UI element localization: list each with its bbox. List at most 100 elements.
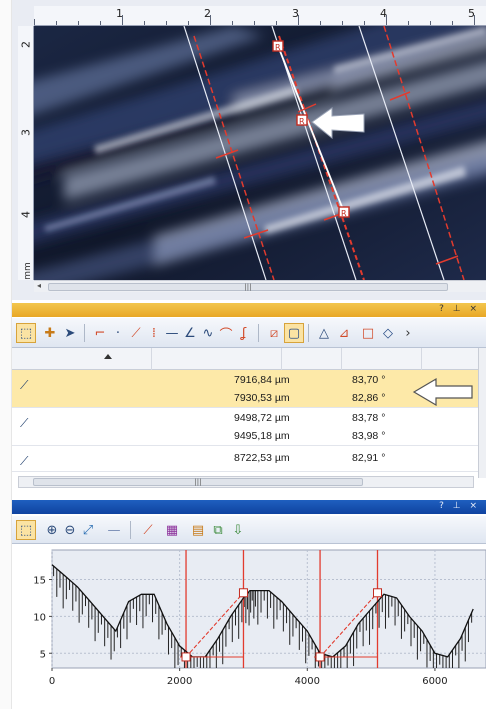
frame-tool-button[interactable]: ▢ xyxy=(284,323,304,343)
sort-ascending-icon[interactable] xyxy=(104,354,112,359)
handle-square[interactable]: R xyxy=(296,114,308,126)
rectangle-icon: □ xyxy=(361,325,375,341)
polyline-icon: ∿ xyxy=(202,325,214,341)
zoom-in-icon: ⊕ xyxy=(46,522,58,538)
line-measure-icon: ⟋ xyxy=(20,416,29,430)
table-vertical-scrollbar[interactable] xyxy=(478,348,486,478)
panel-window-controls[interactable]: ? ⊥ × xyxy=(439,501,480,511)
horizontal-line-icon: — xyxy=(107,522,121,538)
horizontal-line-button[interactable]: — xyxy=(104,520,124,540)
image-horizontal-scrollbar[interactable]: ◂ ||| xyxy=(34,280,486,292)
edit-icon: ⧄ xyxy=(269,325,279,341)
x-tick-label: 6000 xyxy=(422,676,447,687)
column-header[interactable] xyxy=(152,348,282,370)
pin-icon: ✚ xyxy=(44,325,56,341)
scroll-thumb[interactable]: ||| xyxy=(48,283,448,291)
length-cell: 8722,53 µm xyxy=(234,452,290,464)
application-window: 1 2 3 4 5 2 3 4 mm R R R ◂ ||| ? ⊥ × ⬚ ✚… xyxy=(0,0,486,709)
ruler-x-label: 4 xyxy=(380,7,387,20)
handle-square[interactable]: R xyxy=(338,206,350,218)
table-row[interactable]: ⟋ 8722,53 µm 82,91 ° xyxy=(12,446,478,472)
scroll-thumb[interactable]: ||| xyxy=(33,478,363,486)
frame-icon: ▢ xyxy=(287,325,301,341)
export-button[interactable]: ⇩ xyxy=(228,520,248,540)
dot-icon: · xyxy=(115,325,121,341)
length-cell: 9495,18 µm xyxy=(234,430,290,442)
ruler-x-label: 5 xyxy=(468,7,475,20)
select-cursor-icon: ⬚ xyxy=(19,325,33,341)
angle-measure-button[interactable]: ∠ xyxy=(180,323,200,343)
rectangle-tool-button[interactable]: □ xyxy=(358,323,378,343)
ruler-y-label: 2 xyxy=(19,41,33,48)
column-header[interactable] xyxy=(342,348,422,370)
handle-square xyxy=(373,588,382,598)
angle-arrow-icon: ∠ xyxy=(184,325,196,341)
y-tick-label: 5 xyxy=(40,649,46,660)
handle-square[interactable]: R xyxy=(272,40,284,52)
zoom-out-icon: ⊖ xyxy=(64,522,76,538)
vertical-line-icon: ⁞ xyxy=(151,325,157,341)
table-row[interactable]: ⟋ 9498,72 µm 83,78 ° 9495,18 µm 83,98 ° xyxy=(12,408,478,446)
select-tool-button[interactable]: ⬚ xyxy=(16,520,36,540)
point-tool-button[interactable]: · xyxy=(108,323,128,343)
properties-icon: ▤ xyxy=(191,522,205,538)
table-horizontal-scrollbar[interactable]: ||| xyxy=(18,476,474,488)
diamond-tool-button[interactable]: ◇ xyxy=(378,323,398,343)
microscope-image[interactable]: R R R xyxy=(34,26,486,280)
column-header[interactable] xyxy=(12,348,152,370)
cursor-icon: ➤ xyxy=(64,325,76,341)
copy-button[interactable]: ⧉ xyxy=(208,520,228,540)
length-cell: 7930,53 µm xyxy=(234,392,290,404)
angle-tool-button[interactable]: ⌐ xyxy=(90,323,110,343)
curve-tool-button[interactable]: ʆ xyxy=(234,323,254,343)
horizontal-line-icon: — xyxy=(165,325,179,341)
y-tick-label: 15 xyxy=(33,576,46,587)
line-tool-button[interactable]: ⟋ xyxy=(138,520,158,540)
zoom-out-button[interactable]: ⊖ xyxy=(60,520,80,540)
ruler-x-label: 3 xyxy=(292,7,299,20)
polyline-tool-button[interactable]: ∿ xyxy=(198,323,218,343)
ruler-unit: mm xyxy=(22,262,33,280)
angle-cell: 83,70 ° xyxy=(352,374,386,386)
length-cell: 7916,84 µm xyxy=(234,374,290,386)
zoom-in-button[interactable]: ⊕ xyxy=(42,520,62,540)
triangle-tool-button[interactable]: △ xyxy=(314,323,334,343)
fit-view-button[interactable]: ⤢ xyxy=(78,520,98,540)
microscope-image-canvas: R R R xyxy=(34,26,486,280)
svg-text:R: R xyxy=(275,43,281,52)
line-measure-icon: ⟋ xyxy=(20,378,29,392)
line-measure-icon: ⟋ xyxy=(20,454,29,468)
handle-square xyxy=(315,652,325,662)
vertical-ruler: 2 3 4 mm xyxy=(18,26,34,280)
measure-cursor-button[interactable]: ➤ xyxy=(60,323,80,343)
properties-button[interactable]: ▤ xyxy=(188,520,208,540)
image-viewer-panel: 1 2 3 4 5 2 3 4 mm R R R ◂ ||| xyxy=(12,0,486,300)
handle-square xyxy=(238,588,248,598)
table-header xyxy=(12,348,482,370)
pointer-arrow-icon xyxy=(412,377,473,406)
triangle-alt-tool-button[interactable]: ⊿ xyxy=(334,323,354,343)
horizontal-line-tool-button[interactable]: — xyxy=(162,323,182,343)
ruler-x-label: 2 xyxy=(204,7,211,20)
column-header[interactable] xyxy=(282,348,342,370)
panel-window-controls[interactable]: ? ⊥ × xyxy=(439,304,480,314)
select-tool-button[interactable]: ⬚ xyxy=(16,323,36,343)
y-tick-label: 10 xyxy=(33,612,46,623)
select-cursor-icon: ⬚ xyxy=(19,522,33,538)
arc-tool-button[interactable]: ⌒ xyxy=(216,323,236,343)
length-cell: 9498,72 µm xyxy=(234,412,290,424)
angle-cell: 82,91 ° xyxy=(352,452,386,464)
line-tool-button[interactable]: ⟋ xyxy=(126,323,146,343)
add-measure-button[interactable]: ✚ xyxy=(40,323,60,343)
profile-toolbar: ⬚ ⊕ ⊖ ⤢ — ⟋ ▦ ▤ ⧉ ⇩ xyxy=(12,516,486,544)
scroll-left-icon[interactable]: ◂ xyxy=(37,281,41,290)
vertical-line-tool-button[interactable]: ⁞ xyxy=(144,323,164,343)
x-tick-label: 4000 xyxy=(295,676,320,687)
edit-tool-button[interactable]: ⧄ xyxy=(264,323,284,343)
more-tools-button[interactable]: › xyxy=(398,323,418,343)
table-row[interactable]: ⟋ 7916,84 µm 83,70 ° 7930,53 µm 82,86 ° xyxy=(12,370,478,408)
triangle-icon: △ xyxy=(319,325,329,341)
histogram-button[interactable]: ▦ xyxy=(162,520,182,540)
x-tick-label: 2000 xyxy=(167,676,192,687)
handle-square xyxy=(181,652,191,662)
